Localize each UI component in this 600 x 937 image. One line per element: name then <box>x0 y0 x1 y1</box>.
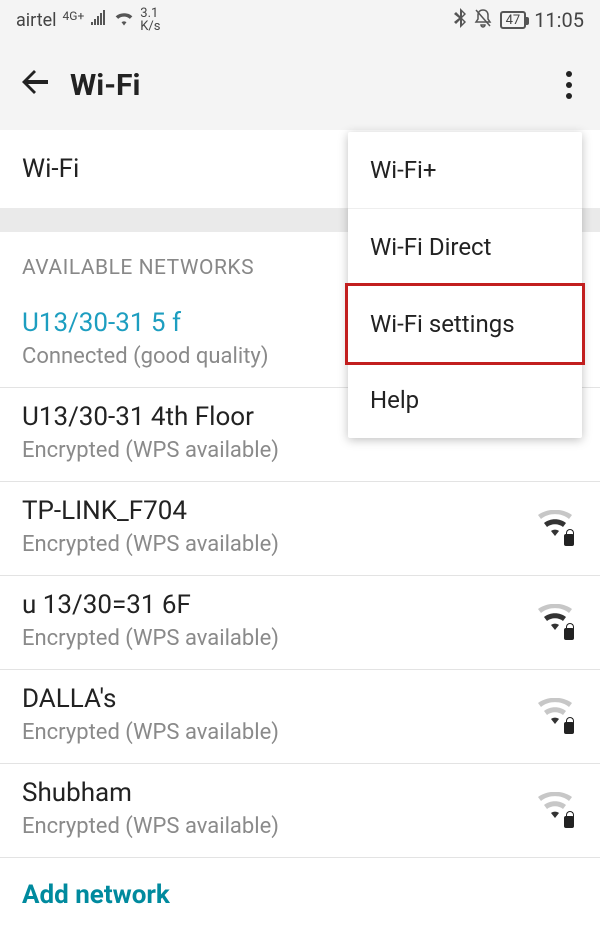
overflow-menu-icon[interactable] <box>566 71 572 99</box>
network-status: Connected (good quality) <box>22 344 268 369</box>
wifi-signal-lock-icon <box>538 698 572 732</box>
popup-item[interactable]: Wi-Fi+ <box>348 132 582 209</box>
status-bar: airtel 4G+ 3.1 K/s 47 11:05 <box>0 0 600 40</box>
status-right: 47 11:05 <box>454 8 584 33</box>
lock-icon <box>564 816 574 828</box>
battery-value: 47 <box>506 13 521 28</box>
lock-icon <box>564 722 574 734</box>
popup-item[interactable]: Wi-Fi Direct <box>348 209 582 286</box>
network-item[interactable]: TP-LINK_F704 Encrypted (WPS available) <box>0 482 600 576</box>
signal-icon <box>90 10 108 31</box>
popup-item[interactable]: Help <box>348 362 582 438</box>
lock-icon <box>564 534 574 546</box>
battery-indicator: 47 <box>500 11 527 29</box>
wifi-status-icon <box>114 10 134 31</box>
wifi-row-label: Wi-Fi <box>22 154 79 184</box>
speed-unit: K/s <box>140 20 160 33</box>
network-type-label: 4G+ <box>63 9 85 23</box>
network-status: Encrypted (WPS available) <box>22 720 279 745</box>
status-left: airtel 4G+ 3.1 K/s <box>16 7 161 33</box>
add-network-button[interactable]: Add network <box>0 858 600 932</box>
title-bar: Wi-Fi <box>0 40 600 130</box>
carrier-label: airtel <box>16 10 57 31</box>
network-item[interactable]: u 13/30=31 6F Encrypted (WPS available) <box>0 576 600 670</box>
popup-item[interactable]: Wi-Fi settings <box>345 283 585 365</box>
network-status: Encrypted (WPS available) <box>22 438 279 463</box>
network-ssid: U13/30-31 4th Floor <box>22 402 279 432</box>
network-ssid: TP-LINK_F704 <box>22 496 279 526</box>
mute-icon <box>474 8 492 33</box>
network-ssid: DALLA's <box>22 684 279 714</box>
wifi-signal-lock-icon <box>538 604 572 638</box>
speed-indicator: 3.1 K/s <box>140 7 160 33</box>
clock: 11:05 <box>534 8 584 32</box>
network-status: Encrypted (WPS available) <box>22 532 279 557</box>
network-ssid: Shubham <box>22 778 279 808</box>
network-ssid: U13/30-31 5 f <box>22 308 268 338</box>
overflow-popup: Wi-Fi+Wi-Fi DirectWi-Fi settingsHelp <box>348 132 582 438</box>
back-arrow-icon[interactable] <box>20 65 70 106</box>
wifi-signal-lock-icon <box>538 510 572 544</box>
bluetooth-icon <box>454 8 466 33</box>
wifi-signal-lock-icon <box>538 792 572 826</box>
network-status: Encrypted (WPS available) <box>22 626 279 651</box>
network-item[interactable]: DALLA's Encrypted (WPS available) <box>0 670 600 764</box>
lock-icon <box>564 628 574 640</box>
network-item[interactable]: Shubham Encrypted (WPS available) <box>0 764 600 858</box>
page-title: Wi-Fi <box>70 68 140 103</box>
network-ssid: u 13/30=31 6F <box>22 590 279 620</box>
network-status: Encrypted (WPS available) <box>22 814 279 839</box>
